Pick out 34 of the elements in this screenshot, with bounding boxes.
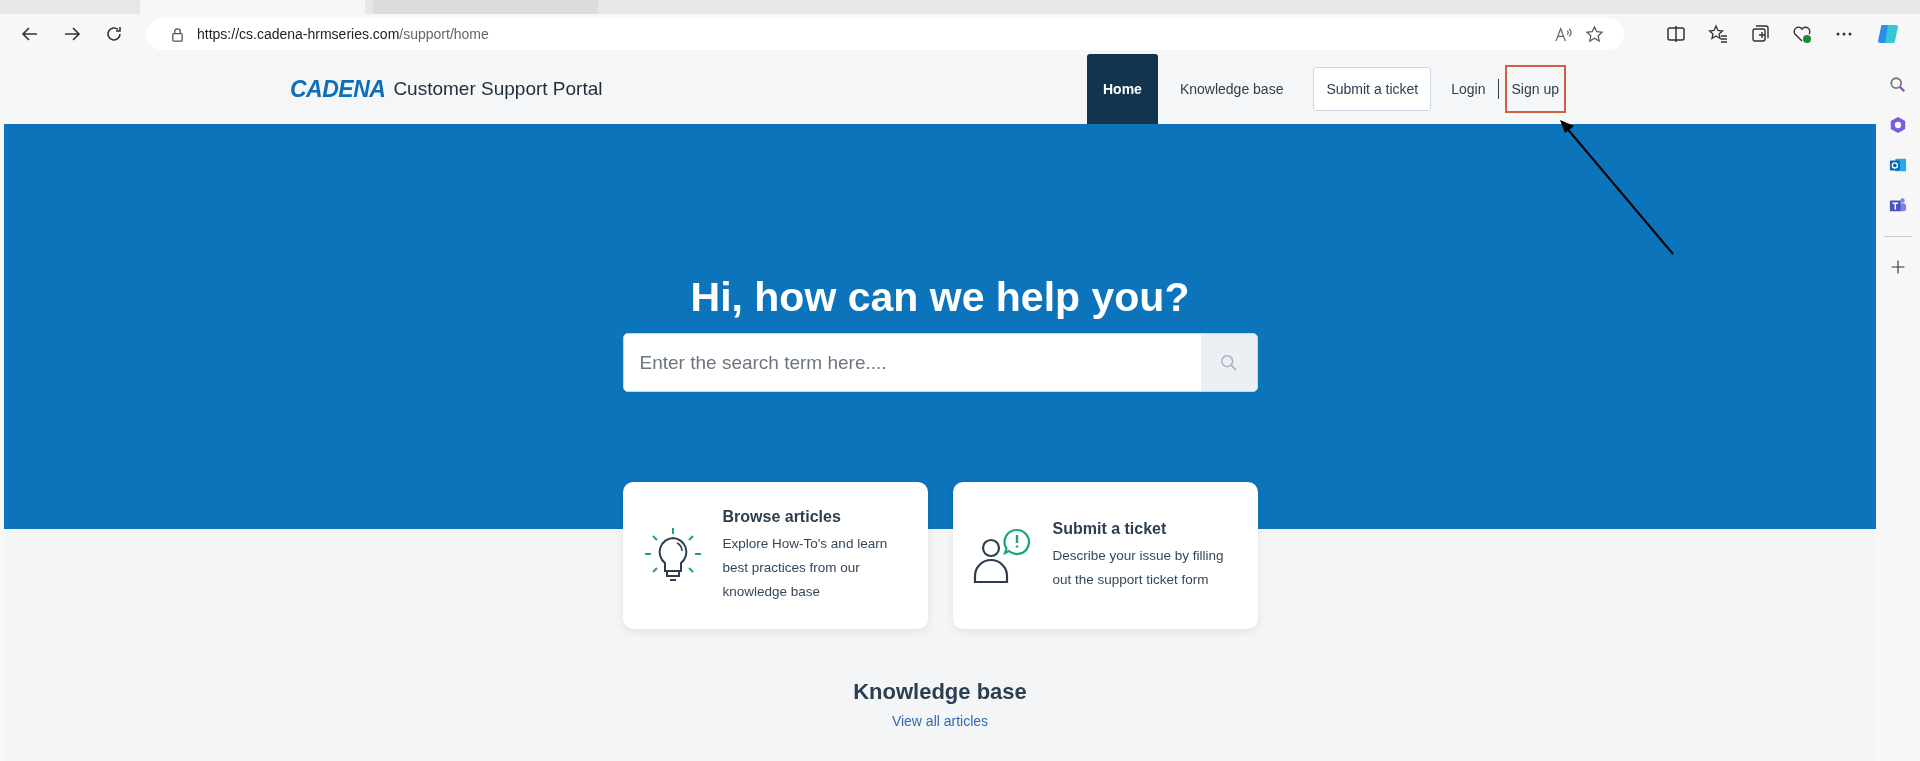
nav-link[interactable]: Sign up [1504,65,1566,113]
view-all-link[interactable]: View all articles [891,713,989,729]
nav-link[interactable]: Login [1445,67,1492,111]
card-title: Browse articles [722,507,842,526]
action-card[interactable]: Browse articles Explore How-To's and learn best practices from our knowledge base [622,482,928,629]
favorites-icon[interactable] [1708,24,1728,44]
action-card[interactable]: Submit a ticket Describe your issue by filling out the support ticket form [952,482,1258,629]
copilot-icon[interactable] [1876,22,1900,46]
logo[interactable]: CADENA [290,75,386,103]
read-aloud-icon[interactable] [1554,24,1573,44]
app-icon[interactable] [1889,116,1907,134]
nav-link[interactable]: Home [1087,54,1158,124]
hero-title: Hi, how can we help you? [690,274,1190,321]
card-title: Submit a ticket [1052,519,1168,538]
search-field[interactable]: Enter the search term here.... [622,333,1258,392]
address-bar[interactable]: https://cs.cadena-hrmseries.com/support/home [146,18,1624,50]
search-icon[interactable] [1889,76,1907,94]
portal-title: Customer Support Portal [393,78,603,100]
nav-link[interactable]: Submit a ticket [1313,67,1432,111]
split-screen-icon[interactable] [1666,24,1686,44]
refresh-icon[interactable] [104,24,124,44]
url-text: https://cs.cadena-hrmseries.com/support/home [197,26,489,42]
chat-app-icon[interactable] [1889,196,1907,214]
card-description: Explore How-To's and learn best practices from our knowledge base [722,534,889,601]
star-icon[interactable] [1585,24,1604,44]
card-description: Describe your issue by filling out the support ticket form [1052,546,1225,589]
health-icon[interactable] [1792,24,1812,44]
lock-icon [170,26,185,42]
collections-icon[interactable] [1750,24,1770,44]
add-icon[interactable] [1890,259,1906,275]
search-icon [1219,353,1238,372]
mail-app-icon[interactable] [1889,156,1907,174]
nav-link[interactable]: Knowledge base [1163,54,1300,124]
section-heading: Knowledge base [853,679,1027,705]
